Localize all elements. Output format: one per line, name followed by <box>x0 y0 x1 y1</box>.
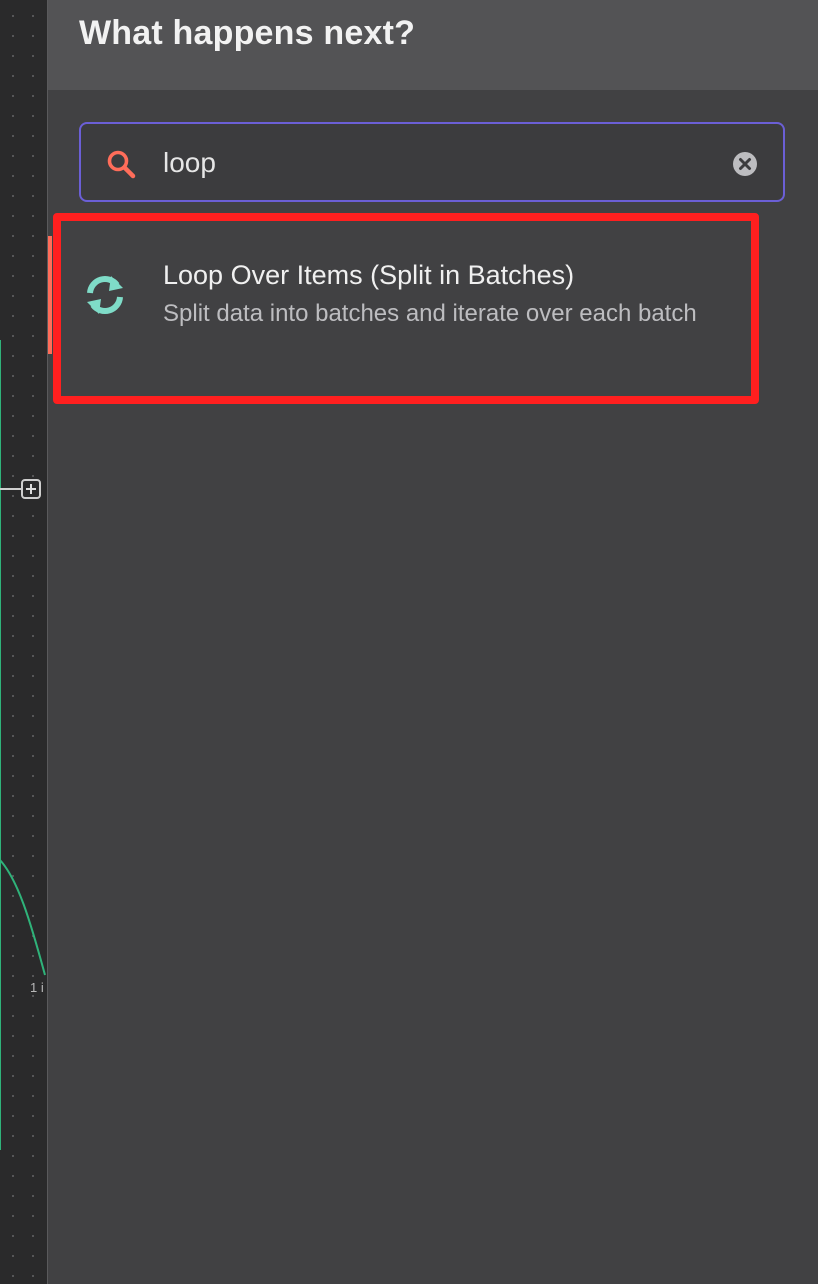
refresh-icon <box>87 276 123 314</box>
item-count-label: 1 i <box>30 980 44 995</box>
selected-accent-bar <box>48 236 52 354</box>
search-input[interactable] <box>161 142 725 184</box>
panel-header: What happens next? <box>48 0 818 90</box>
connection-curve <box>0 859 46 976</box>
node-creator-panel: What happens next? Loop Over Items (Spli… <box>47 0 818 1284</box>
result-title: Loop Over Items (Split in Batches) <box>163 260 575 290</box>
search-box[interactable] <box>79 122 785 202</box>
canvas-connections <box>0 340 46 1150</box>
panel-title: What happens next? <box>79 14 416 52</box>
add-node-plus-icon[interactable] <box>21 479 41 499</box>
result-description: Split data into batches and iterate over… <box>163 300 697 327</box>
result-item-loop-over-items[interactable]: Loop Over Items (Split in Batches) Split… <box>48 236 818 354</box>
search-icon <box>107 150 136 179</box>
clear-icon[interactable] <box>732 151 758 177</box>
workflow-canvas[interactable]: 1 i <box>0 0 47 1284</box>
